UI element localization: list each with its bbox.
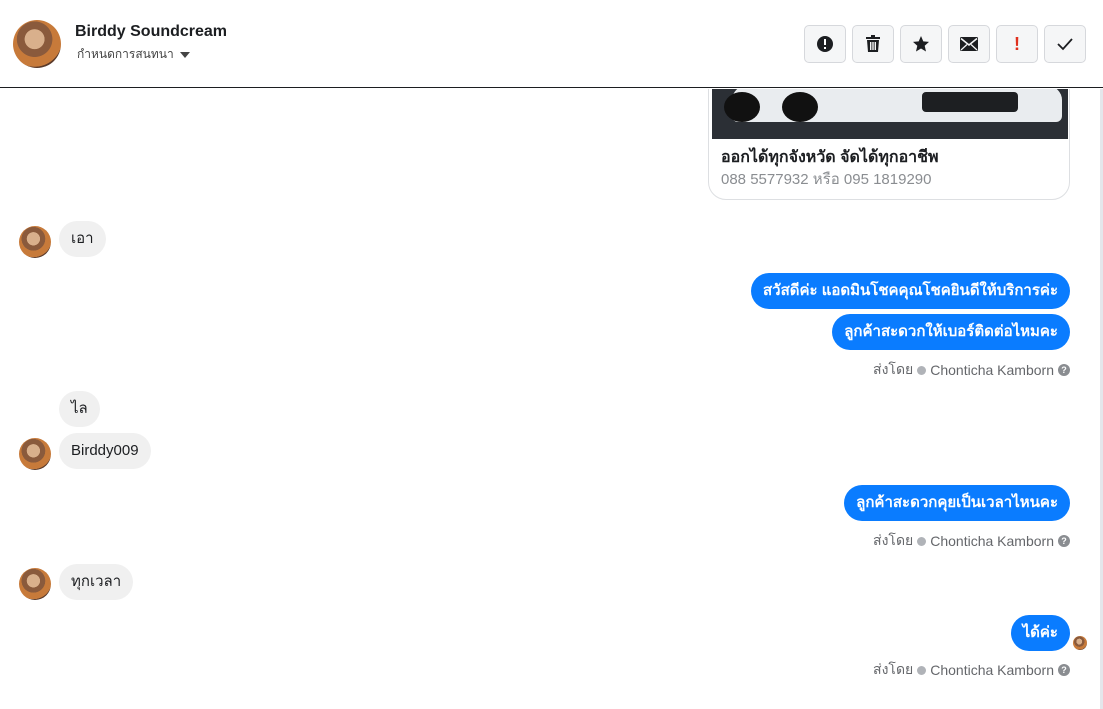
- sent-by-label: ส่งโดย Chonticha Kamborn ?: [873, 530, 1070, 552]
- sender-avatar: [19, 568, 51, 600]
- verified-icon: [917, 365, 927, 375]
- shared-post-card[interactable]: ออกได้ทุกจังหวัด จัดได้ทุกอาชีพ 088 5577…: [708, 89, 1070, 200]
- conversation-header: Birddy Soundcream กำหนดการสนทนา !: [0, 0, 1103, 88]
- incoming-message[interactable]: ไล: [59, 391, 100, 427]
- outgoing-message[interactable]: ลูกค้าสะดวกให้เบอร์ติดต่อไหมคะ: [832, 314, 1070, 350]
- car-photo: [712, 89, 1068, 139]
- sent-by-prefix: ส่งโดย: [873, 532, 914, 548]
- mark-done-button[interactable]: [1044, 25, 1086, 63]
- exclamation-icon: !: [1014, 33, 1020, 54]
- card-subtitle: 088 5577932 หรือ 095 1819290: [721, 171, 932, 188]
- message-thread[interactable]: ออกได้ทุกจังหวัด จัดได้ทุกอาชีพ 088 5577…: [0, 89, 1103, 709]
- check-icon: [1057, 38, 1073, 51]
- help-icon[interactable]: ?: [1058, 364, 1070, 376]
- conversation-toolbar: !: [804, 25, 1086, 63]
- seen-by-avatar: [1073, 636, 1087, 650]
- incoming-message[interactable]: เอา: [59, 221, 106, 257]
- verified-icon: [917, 665, 927, 675]
- caret-down-icon: [179, 52, 190, 58]
- outgoing-message[interactable]: สวัสดีค่ะ แอดมินโชคคุณโชคยินดีให้บริการค…: [750, 273, 1070, 309]
- trash-icon: [866, 35, 880, 52]
- outgoing-message[interactable]: ได้ค่ะ: [1010, 615, 1070, 651]
- alert-circle-icon: [817, 36, 833, 52]
- delete-button[interactable]: [852, 25, 894, 63]
- report-spam-button[interactable]: [804, 25, 846, 63]
- contact-avatar[interactable]: [13, 20, 61, 68]
- mark-unread-button[interactable]: [948, 25, 990, 63]
- incoming-message[interactable]: ทุกเวลา: [59, 564, 134, 600]
- star-button[interactable]: [900, 25, 942, 63]
- star-icon: [913, 36, 929, 52]
- outgoing-message[interactable]: ลูกค้าสะดวกคุยเป็นเวลาไหนคะ: [844, 485, 1070, 521]
- sent-by-prefix: ส่งโดย: [873, 661, 914, 677]
- sent-by-label: ส่งโดย Chonticha Kamborn ?: [873, 359, 1070, 381]
- sent-by-agent[interactable]: Chonticha Kamborn: [930, 662, 1054, 678]
- sent-by-label: ส่งโดย Chonticha Kamborn ?: [873, 659, 1070, 681]
- important-button[interactable]: !: [996, 25, 1038, 63]
- sent-by-prefix: ส่งโดย: [873, 361, 914, 377]
- envelope-icon: [960, 37, 978, 51]
- help-icon[interactable]: ?: [1058, 664, 1070, 676]
- incoming-message[interactable]: Birddy009: [59, 433, 151, 469]
- sender-avatar: [19, 438, 51, 470]
- sent-by-agent[interactable]: Chonticha Kamborn: [930, 362, 1054, 378]
- verified-icon: [917, 536, 927, 546]
- sender-avatar: [19, 226, 51, 258]
- assign-conversation-dropdown[interactable]: กำหนดการสนทนา: [77, 45, 190, 64]
- assign-conversation-label: กำหนดการสนทนา: [77, 47, 174, 61]
- sent-by-agent[interactable]: Chonticha Kamborn: [930, 533, 1054, 549]
- contact-name[interactable]: Birddy Soundcream: [75, 23, 227, 41]
- help-icon[interactable]: ?: [1058, 535, 1070, 547]
